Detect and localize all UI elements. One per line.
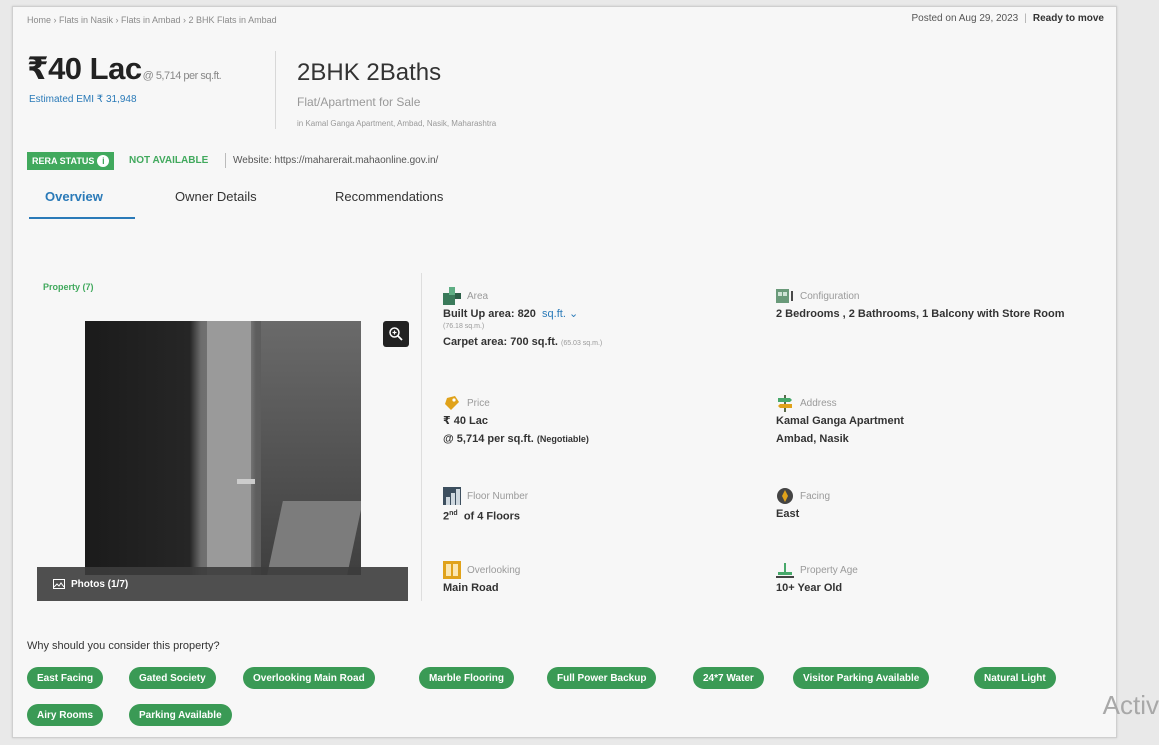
floor-total: of 4 Floors — [463, 510, 521, 523]
overlooking-label: Overlooking — [467, 564, 521, 576]
rera-divider — [225, 153, 226, 168]
tab-recommendations[interactable]: Recommendations — [335, 189, 443, 204]
chip-full-power-backup[interactable]: Full Power Backup — [547, 667, 657, 689]
property-card: Home › Flats in Nasik › Flats in Ambad ›… — [12, 6, 1117, 738]
age-block: Property Age 10+ Year Old — [776, 561, 858, 597]
breadcrumb[interactable]: Home › Flats in Nasik › Flats in Ambad ›… — [27, 15, 277, 25]
tab-overview[interactable]: Overview — [45, 189, 103, 204]
negotiable-tag: (Negotiable) — [536, 434, 589, 444]
rera-website-link[interactable]: https://maharerait.mahaonline.gov.in/ — [275, 155, 439, 166]
address-label: Address — [800, 397, 837, 409]
configuration-icon — [776, 289, 793, 303]
facing-label: Facing — [800, 490, 831, 502]
property-title: 2BHK 2Baths — [297, 59, 442, 86]
floor-suffix: nd — [449, 510, 458, 517]
address-line2: Ambad, Nasik — [776, 433, 849, 445]
rera-badge-label: RERA STATUS — [32, 156, 95, 166]
overlooking-value: Main Road — [443, 582, 499, 594]
area-icon — [443, 287, 461, 305]
chip-24-7-water[interactable]: 24*7 Water — [693, 667, 764, 689]
facing-block: Facing East — [776, 487, 830, 523]
price-detail-value: ₹ 40 Lac — [443, 415, 488, 427]
carpet-area: Carpet area: 700 sq.ft. — [443, 336, 558, 348]
tab-owner-details[interactable]: Owner Details — [175, 189, 257, 204]
chip-marble-flooring[interactable]: Marble Flooring — [419, 667, 514, 689]
area-label: Area — [467, 290, 489, 302]
configuration-value: 2 Bedrooms , 2 Bathrooms, 1 Balcony with… — [776, 308, 1065, 320]
header-divider — [275, 51, 276, 129]
facing-icon — [777, 488, 793, 504]
rera-website: Website: https://maharerait.mahaonline.g… — [233, 155, 438, 166]
why-title: Why should you consider this property? — [27, 640, 220, 652]
chip-overlooking-main-road[interactable]: Overlooking Main Road — [243, 667, 375, 689]
unit-label: sq.ft. — [542, 308, 566, 320]
facing-value: East — [776, 508, 800, 520]
property-count-label: Property (7) — [43, 282, 94, 292]
zoom-icon[interactable] — [383, 321, 409, 347]
floor-icon — [443, 487, 461, 505]
photos-count: Photos (1/7) — [71, 578, 129, 590]
age-label: Property Age — [800, 564, 858, 576]
configuration-label: Configuration — [800, 290, 860, 302]
chip-parking-available[interactable]: Parking Available — [129, 704, 232, 726]
chip-visitor-parking[interactable]: Visitor Parking Available — [793, 667, 930, 689]
price-value: ₹40 Lac — [27, 51, 142, 86]
overlooking-icon — [443, 561, 461, 579]
chevron-down-icon: ⌄ — [568, 308, 579, 320]
floor-label: Floor Number — [467, 490, 529, 502]
property-location: in Kamal Ganga Apartment, Ambad, Nasik, … — [297, 119, 497, 128]
info-icon[interactable]: i — [97, 155, 110, 167]
chip-gated-society[interactable]: Gated Society — [129, 667, 216, 689]
price-icon — [445, 396, 459, 410]
configuration-block: Configuration 2 Bedrooms , 2 Bathrooms, … — [776, 287, 1096, 323]
price-main: ₹40 Lac@ 5,714 per sq.ft. — [27, 51, 222, 87]
price-detail-rate: @ 5,714 per sq.ft. — [443, 433, 534, 445]
price-label: Price — [467, 397, 490, 409]
property-subtitle: Flat/Apartment for Sale — [297, 95, 421, 109]
posted-info: Posted on Aug 29, 2023 | Ready to move — [911, 13, 1104, 24]
chip-natural-light[interactable]: Natural Light — [974, 667, 1056, 689]
address-line1: Kamal Ganga Apartment — [776, 415, 904, 427]
tab-active-indicator — [29, 217, 135, 219]
floor-block: Floor Number 2nd of 4 Floors — [443, 487, 528, 526]
address-block: Address Kamal Ganga Apartment Ambad, Nas… — [776, 394, 904, 448]
rera-website-label: Website: — [233, 155, 272, 166]
rera-badge: RERA STATUS i — [27, 152, 115, 170]
property-photo[interactable] — [85, 321, 361, 575]
watermark-text: Activ — [1102, 690, 1159, 720]
built-up-sqm: (76.18 sq.m.) — [443, 323, 485, 330]
photos-bar[interactable]: Photos (1/7) — [37, 567, 408, 601]
photo-icon — [53, 579, 65, 589]
posted-date: Posted on Aug 29, 2023 — [911, 13, 1019, 24]
overlooking-block: Overlooking Main Road — [443, 561, 520, 597]
emi-link[interactable]: Estimated EMI ₹ 31,948 — [29, 94, 137, 105]
address-icon — [778, 395, 792, 412]
age-icon — [776, 563, 794, 578]
area-block: Area Built Up area: 820 sq.ft. ⌄ (76.18 … — [443, 287, 602, 353]
carpet-sqm: (65.03 sq.m.) — [561, 340, 603, 347]
ready-status: Ready to move — [1032, 13, 1104, 24]
chip-airy-rooms[interactable]: Airy Rooms — [27, 704, 104, 726]
age-value: 10+ Year Old — [776, 582, 843, 594]
rera-status: NOT AVAILABLE — [129, 155, 209, 166]
unit-selector[interactable]: sq.ft. ⌄ — [542, 308, 578, 320]
built-up-area: Built Up area: 820 — [443, 308, 536, 320]
price-rate: @ 5,714 per sq.ft. — [142, 70, 222, 82]
chip-east-facing[interactable]: East Facing — [27, 667, 104, 689]
price-block: Price ₹ 40 Lac @ 5,714 per sq.ft. (Negot… — [443, 394, 589, 448]
